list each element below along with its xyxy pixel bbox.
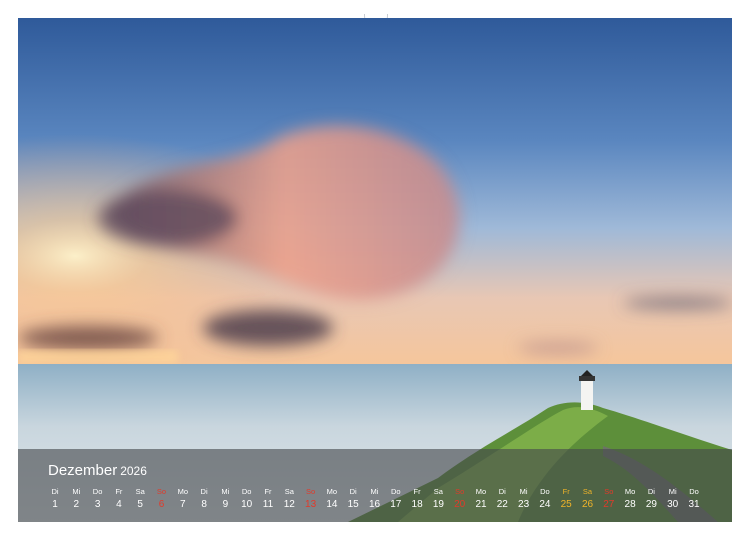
- month-name: Dezember: [48, 462, 118, 479]
- day-number: 26: [581, 499, 594, 510]
- calendar-day: So 6: [152, 487, 172, 513]
- calendar-day: Mi 30: [663, 487, 683, 513]
- calendar-day: Di 29: [641, 487, 661, 513]
- month-heading: Dezember 2026: [48, 462, 147, 480]
- calendar-bar: Dezember 2026 Di 1 Mi 2 Do 3 Fr 4 Sa 5 So 6 Mo 7 Di 8 Mi 9…: [18, 449, 732, 522]
- weekday-label: Fr: [264, 487, 272, 496]
- day-number: 21: [475, 499, 487, 510]
- weekday-label: Sa: [582, 487, 593, 496]
- calendar-day: Mi 16: [365, 487, 385, 513]
- weekday-label: Do: [92, 487, 103, 496]
- calendar-day: Mi 23: [514, 487, 534, 513]
- day-number: 18: [411, 499, 423, 510]
- calendar-day: Do 24: [535, 487, 555, 513]
- calendar-day: Sa 5: [130, 487, 150, 513]
- weekday-label: Di: [647, 487, 655, 496]
- calendar-day: Do 3: [88, 487, 108, 513]
- day-number: 29: [645, 499, 657, 510]
- day-number: 2: [73, 499, 80, 510]
- day-number: 12: [283, 499, 295, 510]
- weekday-label: Fr: [413, 487, 421, 496]
- weekday-label: Do: [391, 487, 401, 496]
- year-label: 2026: [120, 464, 147, 478]
- weekday-label: Mi: [72, 487, 81, 496]
- day-number: 10: [241, 499, 253, 510]
- calendar-day: Mo 14: [322, 487, 342, 513]
- day-number: 14: [326, 499, 338, 510]
- weekday-label: So: [455, 487, 465, 496]
- calendar-day: So 27: [599, 487, 619, 513]
- weekday-label: Mi: [221, 487, 230, 496]
- day-number: 4: [116, 499, 122, 510]
- calendar-day: Sa 12: [279, 487, 299, 513]
- weekday-label: Do: [241, 487, 252, 496]
- calendar-day: Fr 11: [258, 487, 278, 513]
- weekday-label: Di: [498, 487, 506, 496]
- weekday-label: Sa: [433, 487, 443, 496]
- weekday-label: Do: [540, 487, 550, 496]
- weekday-label: Mo: [177, 487, 188, 496]
- day-number: 8: [201, 499, 207, 510]
- day-number: 30: [667, 499, 679, 510]
- weekday-label: Di: [349, 487, 357, 496]
- weekday-label: Di: [200, 487, 208, 496]
- day-number: 15: [347, 499, 359, 510]
- weekday-label: Mo: [475, 487, 487, 496]
- weekday-label: Fr: [115, 487, 123, 496]
- calendar-day: Mo 21: [471, 487, 491, 513]
- weekday-label: Mo: [326, 487, 338, 496]
- calendar-day: Do 31: [684, 487, 704, 513]
- weekday-label: Sa: [135, 487, 145, 496]
- calendar-day: Do 17: [386, 487, 406, 513]
- calendar-day: Fr 25: [556, 487, 576, 513]
- weekday-label: Sa: [284, 487, 294, 496]
- weekday-label: So: [306, 487, 316, 496]
- calendar-day: Do 10: [237, 487, 257, 513]
- day-number: 7: [180, 499, 186, 510]
- day-number: 20: [454, 499, 466, 510]
- weekday-label: Mi: [519, 487, 528, 496]
- calendar-day: Di 1: [45, 487, 65, 513]
- day-number: 16: [368, 499, 381, 510]
- day-number: 6: [158, 499, 165, 510]
- calendar-day: Mo 28: [620, 487, 640, 513]
- day-number: 9: [222, 499, 229, 510]
- weekday-label: Di: [51, 487, 59, 496]
- day-number: 23: [518, 499, 530, 510]
- calendar-day: Mi 2: [66, 487, 86, 513]
- weekday-label: Mi: [668, 487, 677, 496]
- day-number: 25: [560, 499, 572, 510]
- days-row: Di 1 Mi 2 Do 3 Fr 4 Sa 5 So 6 Mo 7 Di 8 Mi 9 Do 10 Fr 11 Sa 12 S…: [45, 487, 732, 517]
- day-number: 17: [390, 499, 402, 510]
- day-number: 19: [432, 499, 444, 510]
- calendar-day: Di 22: [492, 487, 512, 513]
- day-number: 1: [52, 499, 58, 510]
- day-number: 11: [262, 499, 274, 510]
- weekday-label: Mi: [370, 487, 379, 496]
- calendar-day: Di 15: [343, 487, 363, 513]
- weekday-label: So: [156, 487, 167, 496]
- weekday-label: Fr: [562, 487, 570, 496]
- day-number: 13: [305, 499, 317, 510]
- weekday-label: Mo: [624, 487, 636, 496]
- calendar-day: Di 8: [194, 487, 214, 513]
- calendar-day: So 13: [301, 487, 321, 513]
- day-number: 31: [688, 499, 700, 510]
- day-number: 22: [496, 499, 508, 510]
- calendar-day: So 20: [450, 487, 470, 513]
- calendar-day: Sa 19: [428, 487, 448, 513]
- calendar-day: Mi 9: [215, 487, 235, 513]
- day-number: 24: [539, 499, 551, 510]
- calendar-day: Fr 4: [109, 487, 129, 513]
- weekday-label: Do: [689, 487, 699, 496]
- calendar-day: Mo 7: [173, 487, 193, 513]
- calendar-day: Fr 18: [407, 487, 427, 513]
- day-number: 5: [137, 499, 143, 510]
- day-number: 27: [603, 499, 615, 510]
- calendar-day: Sa 26: [578, 487, 598, 513]
- day-number: 3: [94, 499, 101, 510]
- weekday-label: So: [604, 487, 614, 496]
- day-number: 28: [624, 499, 636, 510]
- calendar-photo: [18, 18, 732, 522]
